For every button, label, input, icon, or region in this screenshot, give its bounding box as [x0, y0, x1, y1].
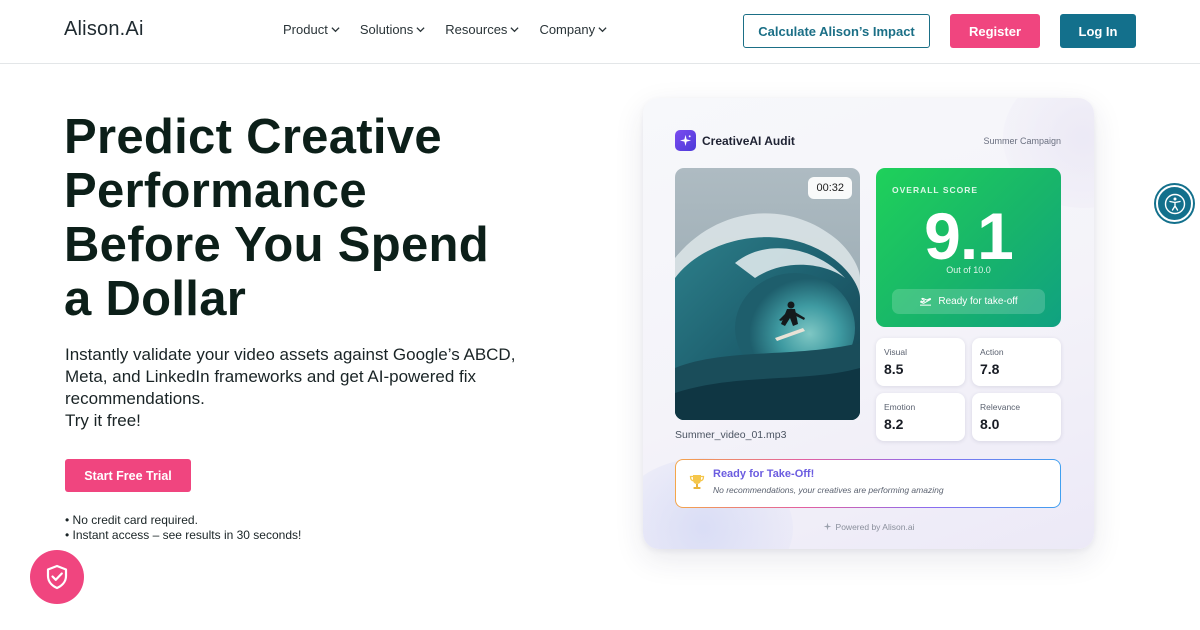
hero-title-line: a Dollar: [64, 272, 247, 326]
metric-label: Action: [980, 347, 1004, 357]
benefit-item: • Instant access – see results in 30 sec…: [65, 528, 302, 542]
status-pill: Ready for take-off: [892, 289, 1045, 314]
creative-audit-card: CreativeAI Audit Summer Campaign 00:32 S…: [643, 98, 1094, 549]
nav-item-company[interactable]: Company: [539, 22, 607, 37]
shield-check-icon: [46, 564, 68, 590]
sparkle-icon: [675, 130, 696, 151]
metric-relevance: Relevance 8.0: [972, 393, 1061, 441]
hero-subtitle-line: recommendations.: [65, 389, 205, 408]
hero-subtitle: Instantly validate your video assets aga…: [65, 344, 565, 432]
overall-score-panel: OVERALL SCORE 9.1 Out of 10.0 Ready for …: [876, 168, 1061, 327]
takeoff-banner: Ready for Take-Off! No recommendations, …: [675, 459, 1061, 508]
logo[interactable]: Alison.Ai: [64, 18, 144, 41]
video-thumbnail[interactable]: 00:32: [675, 168, 860, 420]
hero-title-line: Performance: [64, 164, 367, 218]
main-nav: Product Solutions Resources Company: [283, 22, 607, 37]
metric-emotion: Emotion 8.2: [876, 393, 965, 441]
wave-surfer-image: [675, 168, 860, 420]
hero-title: Predict Creative Performance Before You …: [64, 110, 584, 326]
takeoff-description: No recommendations, your creatives are p…: [713, 485, 944, 495]
video-filename: Summer_video_01.mp3: [675, 429, 787, 441]
hero-subtitle-line: Instantly validate your video assets aga…: [65, 345, 516, 364]
chevron-down-icon: [331, 27, 340, 33]
hero-title-line: Predict Creative: [64, 110, 442, 164]
nav-item-solutions[interactable]: Solutions: [360, 22, 425, 37]
login-button[interactable]: Log In: [1060, 14, 1136, 48]
nav-item-label: Resources: [445, 22, 508, 37]
powered-by-label: Powered by Alison.ai: [835, 522, 915, 532]
metric-label: Relevance: [980, 402, 1021, 412]
metric-value: 8.5: [884, 361, 904, 377]
overall-score-value: 9.1: [924, 199, 1014, 273]
chevron-down-icon: [510, 27, 520, 33]
takeoff-title: Ready for Take-Off!: [713, 468, 815, 480]
trophy-icon: [689, 475, 705, 489]
metric-label: Emotion: [884, 402, 916, 412]
hero-subtitle-line: Meta, and LinkedIn frameworks and get AI…: [65, 367, 477, 386]
nav-item-resources[interactable]: Resources: [445, 22, 520, 37]
video-duration: 00:32: [808, 177, 852, 199]
nav-item-label: Product: [283, 22, 328, 37]
nav-item-label: Solutions: [359, 22, 414, 37]
start-free-trial-button[interactable]: Start Free Trial: [65, 459, 191, 492]
metric-label: Visual: [884, 347, 907, 357]
chevron-down-icon: [598, 27, 607, 33]
nav-item-label: Company: [539, 22, 596, 37]
status-label: Ready for take-off: [938, 296, 1018, 307]
card-title: CreativeAI Audit: [702, 134, 795, 148]
accessibility-button[interactable]: [1156, 185, 1193, 222]
metric-visual: Visual 8.5: [876, 338, 965, 386]
accessibility-icon: [1164, 193, 1185, 214]
register-button[interactable]: Register: [950, 14, 1040, 48]
plane-icon: [920, 297, 932, 306]
chevron-down-icon: [416, 27, 425, 33]
powered-by: Powered by Alison.ai: [643, 522, 1094, 532]
metric-value: 7.8: [980, 361, 1000, 377]
metric-value: 8.2: [884, 416, 904, 432]
hero-subtitle-line: Try it free!: [65, 411, 141, 430]
benefit-item: • No credit card required.: [65, 513, 198, 527]
hero-title-line: Before You Spend: [64, 218, 489, 272]
benefit-list: • No credit card required. • Instant acc…: [65, 513, 301, 543]
metric-value: 8.0: [980, 416, 1000, 432]
calculate-impact-button[interactable]: Calculate Alison’s Impact: [743, 14, 930, 48]
sparkle-icon: [823, 522, 831, 531]
nav-item-product[interactable]: Product: [283, 22, 340, 37]
site-header: Alison.Ai Product Solutions Resources Co…: [0, 0, 1200, 64]
overall-score-scale: Out of 10.0: [946, 265, 991, 275]
overall-score-label: OVERALL SCORE: [892, 185, 979, 195]
metric-action: Action 7.8: [972, 338, 1061, 386]
privacy-shield-button[interactable]: [30, 550, 84, 604]
campaign-name: Summer Campaign: [983, 136, 1061, 146]
